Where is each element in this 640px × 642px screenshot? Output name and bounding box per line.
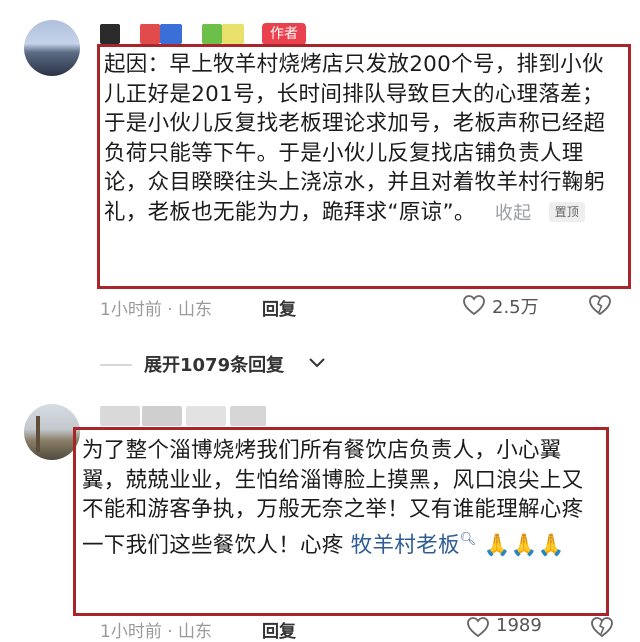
expand-replies-button[interactable]: 展开1079条回复 bbox=[144, 351, 284, 377]
search-icon[interactable]: 🔍︎ bbox=[460, 532, 477, 547]
like-count: 2.5万 bbox=[492, 297, 539, 318]
username-block bbox=[160, 24, 182, 44]
broken-heart-icon[interactable] bbox=[588, 294, 612, 316]
username-blurred[interactable] bbox=[100, 24, 250, 44]
reply-button[interactable]: 回复 bbox=[262, 295, 296, 320]
avatar-tree bbox=[36, 416, 40, 452]
reply-button[interactable]: 回复 bbox=[262, 617, 296, 642]
username-blurred[interactable] bbox=[100, 406, 270, 426]
comment-text: 起因：早上牧羊村烧烤店只发放200个号，排到小伙儿正好是201号，长时间排队导致… bbox=[104, 50, 616, 228]
username-block bbox=[100, 24, 120, 44]
comment-meta: 1小时前 · 山东 bbox=[100, 622, 213, 642]
username-block bbox=[140, 24, 160, 44]
collapse-button[interactable]: 收起 bbox=[495, 203, 532, 224]
emoji-praying-hands: 🙏🙏🙏 bbox=[483, 532, 565, 558]
username-block bbox=[186, 406, 226, 426]
divider bbox=[100, 364, 132, 366]
like-count: 1989 bbox=[496, 615, 542, 636]
avatar[interactable] bbox=[24, 20, 80, 76]
heart-icon[interactable] bbox=[466, 616, 490, 638]
comment-meta: 1小时前 · 山东 bbox=[100, 300, 213, 320]
username-block bbox=[222, 24, 244, 44]
comment-text: 为了整个淄博烧烤我们所有餐饮店负责人，小心翼翼，兢兢业业，生怕给淄博脸上摸黑，风… bbox=[82, 436, 596, 560]
chevron-down-icon[interactable] bbox=[308, 356, 326, 370]
mention-link[interactable]: 牧羊村老板 bbox=[351, 533, 460, 558]
username-block bbox=[202, 24, 222, 44]
username-block bbox=[142, 406, 182, 426]
username-block bbox=[230, 406, 266, 426]
comment-body: 起因：早上牧羊村烧烤店只发放200个号，排到小伙儿正好是201号，长时间排队导致… bbox=[104, 52, 606, 225]
avatar[interactable] bbox=[24, 404, 80, 460]
username-block bbox=[100, 406, 140, 426]
author-badge: 作者 bbox=[262, 23, 306, 45]
heart-icon[interactable] bbox=[462, 294, 486, 316]
pinned-badge: 置顶 bbox=[548, 201, 586, 222]
broken-heart-icon[interactable] bbox=[590, 616, 614, 638]
